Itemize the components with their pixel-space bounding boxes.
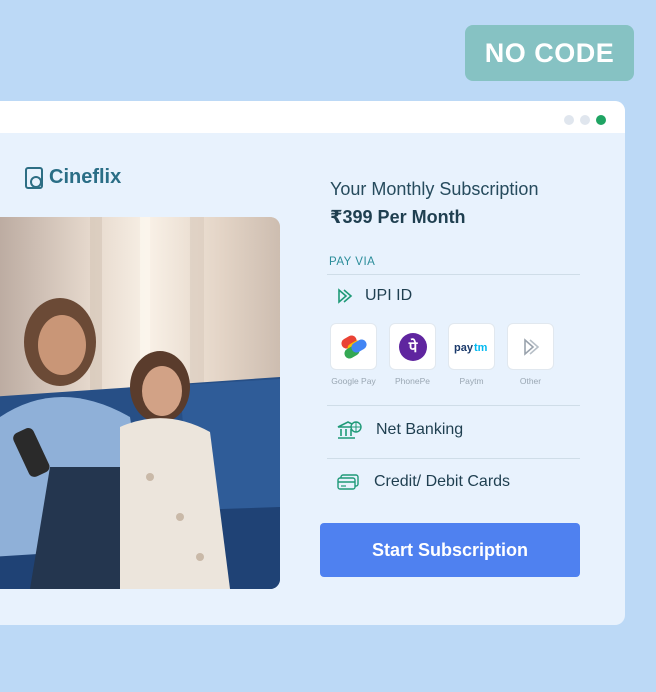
app-label: Paytm: [459, 376, 484, 386]
net-banking-option[interactable]: Net Banking: [336, 419, 463, 441]
pay-via-heading: PAY VIA: [329, 256, 376, 268]
upi-label: UPI ID: [365, 287, 413, 304]
app-label: Other: [519, 376, 542, 386]
window-dot-2[interactable]: [580, 115, 590, 125]
divider: [327, 274, 580, 275]
upi-apps: Google Pay पे PhonePe pay tm Paytm Other: [330, 323, 554, 386]
net-banking-label: Net Banking: [376, 421, 464, 438]
divider: [327, 405, 580, 406]
divider: [327, 458, 580, 459]
window-dot-3[interactable]: [596, 115, 606, 125]
upi-option[interactable]: UPI ID: [337, 287, 412, 305]
app-paytm[interactable]: pay tm Paytm: [448, 323, 495, 386]
app-label: Google Pay: [331, 376, 376, 386]
card-icon: [337, 474, 359, 490]
subscription-title: Your Monthly Subscription: [330, 179, 539, 199]
app-phonepe[interactable]: पे PhonePe: [389, 323, 436, 386]
upi-icon: [338, 288, 353, 304]
svg-text:पे: पे: [407, 338, 418, 356]
google-pay-icon: [340, 335, 367, 358]
app-other[interactable]: Other: [507, 323, 554, 386]
subscription-window: Cineflix Your Monthly Subscription ₹399 …: [0, 101, 625, 625]
start-subscription-button[interactable]: Start Subscription: [320, 523, 580, 577]
hero-photo: [0, 217, 280, 589]
card-option[interactable]: Credit/ Debit Cards: [336, 473, 510, 491]
brand-name: Cineflix: [49, 166, 122, 188]
brand-logo[interactable]: Cineflix: [25, 166, 121, 189]
window-dot-1[interactable]: [564, 115, 574, 125]
phonepe-icon: पे: [398, 332, 427, 361]
paytm-icon: pay tm: [454, 342, 488, 354]
svg-text:pay: pay: [454, 342, 474, 354]
subscription-price: ₹399 Per Month: [330, 207, 466, 227]
card-label: Credit/ Debit Cards: [374, 473, 511, 490]
app-label: PhonePe: [395, 376, 430, 386]
tv-remote-icon: [25, 166, 43, 189]
window-titlebar: [0, 101, 625, 133]
bank-icon: [337, 421, 362, 439]
svg-text:tm: tm: [474, 342, 488, 354]
app-google-pay[interactable]: Google Pay: [330, 323, 377, 386]
no-code-badge: NO CODE: [465, 25, 634, 81]
family-watching-tv-photo: [0, 217, 280, 589]
upi-other-icon: [523, 337, 539, 356]
